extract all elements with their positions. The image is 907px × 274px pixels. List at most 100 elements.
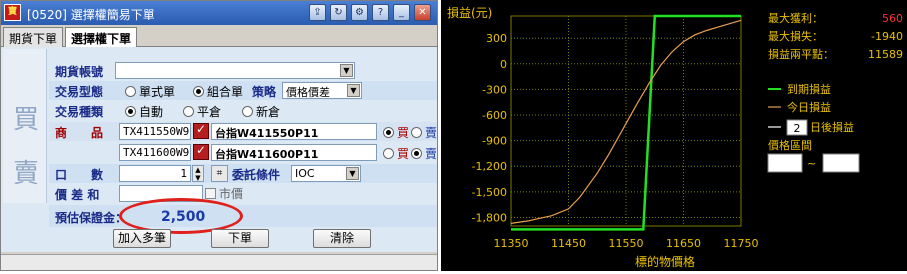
tab-futures-order[interactable]: 期貨下單 — [3, 27, 64, 47]
export-icon[interactable]: ⇪ — [309, 4, 326, 21]
order-type-single-radio[interactable]: 單式單 — [125, 83, 175, 100]
window-title: [0520] 選擇權簡易下單 — [27, 8, 155, 22]
tab-option-order[interactable]: 選擇權下單 — [65, 27, 138, 48]
place-order-button[interactable]: 下單 — [211, 229, 269, 248]
account-row: 期貨帳號 ▼ — [49, 61, 437, 80]
chevron-down-icon: ▼ — [340, 64, 353, 77]
side-strip: 買 賣 — [3, 49, 47, 203]
quantity-stepper[interactable]: 1 — [119, 165, 191, 182]
price-diff-row: 價 差 和 市價 — [49, 184, 437, 203]
leg-buy-radio[interactable]: 買 — [383, 124, 409, 141]
quantity-label: 口 數 — [55, 168, 104, 182]
help-icon[interactable]: ? — [372, 4, 389, 21]
breakeven-label: 損益兩平點： — [768, 47, 834, 61]
price-diff-label: 價 差 和 — [55, 188, 100, 202]
product-leg-row: 商 品 TX411550W9 台指W411550P11 買 賣 — [49, 122, 437, 141]
leg-sell-radio[interactable]: 賣 — [411, 124, 437, 141]
chart-title: 損益(元) — [447, 5, 492, 20]
account-select[interactable]: ▼ — [115, 62, 355, 79]
product-checkbox-icon[interactable] — [193, 122, 209, 139]
legend-expiry-label: 到期損益 — [787, 82, 831, 96]
radio-selected-icon — [411, 148, 422, 159]
chart-grid — [510, 15, 742, 227]
price-range-to-input[interactable] — [822, 153, 860, 173]
trade-kind-row: 交易種類 自動 平倉 新倉 — [49, 101, 437, 120]
minimize-icon[interactable]: _ — [393, 4, 410, 21]
y-tick-label: -600 — [482, 109, 507, 122]
days-after-value: 2 — [794, 122, 801, 135]
quantity-row: 口 數 1 ▲ ▼ ⌗ 委託條件 IOC ▼ — [49, 164, 437, 183]
margin-row: 預估保證金： — [49, 205, 437, 227]
order-type-label: 交易型態 — [55, 85, 104, 99]
radio-selected-icon — [383, 127, 394, 138]
order-type-combo-radio[interactable]: 組合單 — [193, 83, 243, 100]
condition-label: 委託條件 — [232, 168, 281, 182]
max-profit-value: 560 — [882, 12, 903, 25]
product-leg-row: TX411600W9 台指W411600P11 買 賣 — [49, 143, 437, 162]
settings-icon[interactable]: ⚙ — [351, 4, 368, 21]
refresh-icon[interactable]: ↻ — [330, 4, 347, 21]
radio-icon — [183, 106, 194, 117]
trade-kind-auto-radio[interactable]: 自動 — [125, 103, 163, 120]
radio-icon — [383, 148, 394, 159]
breakeven-value: 11589 — [868, 48, 903, 61]
y-tick-label: -300 — [482, 83, 507, 96]
add-multiple-button[interactable]: 加入多筆 — [113, 229, 171, 248]
radio-icon — [411, 127, 422, 138]
price-range-from-input[interactable] — [767, 153, 803, 173]
chevron-down-icon: ▼ — [347, 84, 360, 97]
y-tick-label: -1,200 — [472, 160, 507, 173]
trade-kind-new-radio[interactable]: 新倉 — [242, 103, 280, 120]
price-range-label: 價格區間 — [768, 138, 812, 152]
days-after-label: 日後損益 — [810, 120, 854, 134]
product-name-field: 台指W411600P11 — [211, 144, 377, 161]
leg-sell-radio[interactable]: 賣 — [411, 145, 437, 162]
spinner-arrows-icon[interactable]: ▲ ▼ — [192, 165, 204, 182]
product-code-input[interactable]: TX411600W9 — [119, 144, 191, 161]
radio-icon — [125, 86, 136, 97]
product-code-input[interactable]: TX411550W9 — [119, 123, 191, 140]
x-tick-label: 11350 — [494, 237, 529, 250]
condition-select[interactable]: IOC ▼ — [291, 165, 361, 182]
checkbox-icon — [205, 188, 216, 199]
option-order-window: 寶 [0520] 選擇權簡易下單 ⇪ ↻ ⚙ ? _ ✕ 期貨下單 選擇權下單 … — [0, 0, 438, 271]
leg-buy-radio[interactable]: 買 — [383, 145, 409, 162]
legend-today-label: 今日損益 — [787, 100, 831, 114]
pnl-chart: 損益(元) 300 0 -300 -600 -900 -1,200 -1,500 -1,800… — [447, 5, 903, 269]
product-checkbox-icon[interactable] — [193, 143, 209, 160]
title-bar: 寶 [0520] 選擇權簡易下單 ⇪ ↻ ⚙ ? _ ✕ — [1, 1, 437, 25]
calculator-icon[interactable]: ⌗ — [211, 165, 228, 182]
clear-button[interactable]: 清除 — [313, 229, 371, 248]
y-tick-label: -900 — [482, 135, 507, 148]
close-icon[interactable]: ✕ — [414, 4, 431, 21]
side-char-sell: 賣 — [12, 159, 39, 189]
horizontal-scrollbar[interactable] — [1, 254, 437, 270]
max-loss-label: 最大損失： — [768, 29, 823, 43]
x-axis-label: 標的物價格 — [635, 254, 695, 269]
y-tick-label: 0 — [500, 58, 507, 71]
trade-kind-close-radio[interactable]: 平倉 — [183, 103, 221, 120]
chart-series — [510, 14, 742, 231]
pnl-chart-panel: 損益(元) 300 0 -300 -600 -900 -1,200 -1,500 -1,800… — [441, 0, 907, 271]
range-separator: ~ — [807, 157, 816, 170]
app-logo-icon: 寶 — [4, 4, 21, 21]
x-tick-label: 11450 — [551, 237, 586, 250]
trade-kind-label: 交易種類 — [55, 105, 104, 119]
x-tick-label: 11750 — [724, 237, 759, 250]
radio-selected-icon — [193, 86, 204, 97]
max-profit-label: 最大獲利： — [768, 11, 823, 25]
radio-icon — [242, 106, 253, 117]
strategy-label: 策略 — [252, 85, 277, 99]
side-char-buy: 買 — [12, 105, 39, 135]
margin-label: 預估保證金： — [55, 211, 128, 225]
max-loss-value: -1940 — [871, 30, 903, 43]
y-tick-label: -1,800 — [472, 211, 507, 224]
product-name-field: 台指W411550P11 — [211, 123, 377, 140]
tab-bar: 期貨下單 選擇權下單 — [1, 25, 437, 48]
y-tick-label: -1,500 — [472, 186, 507, 199]
order-type-row: 交易型態 單式單 組合單 策略 價格價差 ▼ — [49, 81, 437, 100]
strategy-select[interactable]: 價格價差 ▼ — [282, 82, 362, 99]
x-tick-label: 11650 — [666, 237, 701, 250]
chevron-down-icon: ▼ — [346, 167, 359, 180]
y-tick-label: 300 — [486, 32, 507, 45]
